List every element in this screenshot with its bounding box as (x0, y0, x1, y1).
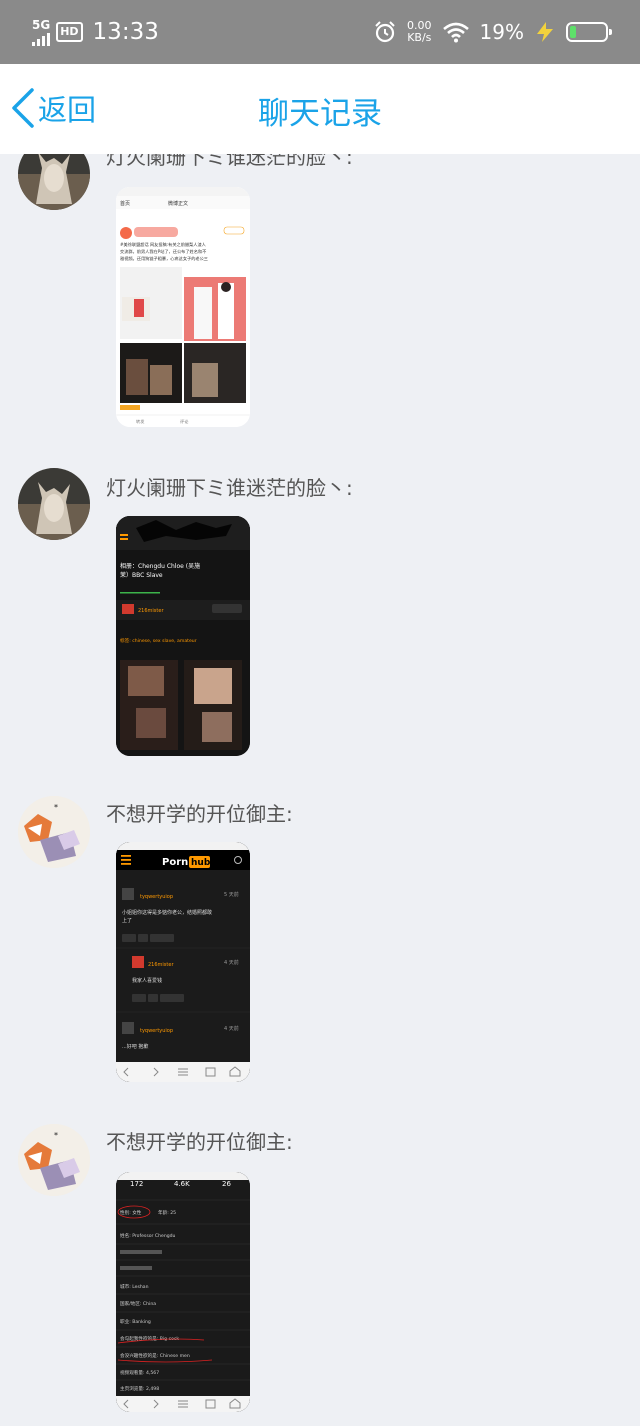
sender-name: 灯火阑珊下ミ谁迷茫的脸丶: (106, 476, 353, 500)
sender-name: 不想开学的开位御主: (106, 1130, 293, 1154)
chat-history[interactable]: 灯火阑珊下ミ谁迷茫的脸丶: 首页 微博正文 #美徐联盟超话 网友投稿:有关之前腊… (0, 154, 640, 1426)
image-message[interactable]: Porn hub tyqwertyuiop 5 天前 小姐姐你这得是多惦你老公，… (116, 842, 250, 1082)
profile-stat: 172 (130, 1180, 143, 1188)
svg-text:*: * (54, 1131, 58, 1140)
image-message[interactable]: 首页 微博正文 #美徐联盟超话 网友投稿:有关之前腊梨人渣人 交流群。前男人我在… (116, 187, 250, 427)
profile-page-views: 主页浏览量: 2,498 (120, 1385, 159, 1392)
comment-time: 4 天前 (224, 1025, 239, 1032)
network-speed: 0.00 KB/s (407, 20, 432, 44)
album-title-2: 茉）BBC Slave (120, 571, 163, 579)
post-line-1: #美徐联盟超话 网友投稿:有关之前腊梨人渣人 (120, 241, 207, 248)
comment-user: tyqwertyuiop (140, 894, 173, 900)
profile-stat: 4.6K (174, 1180, 190, 1188)
comment-text: ...好吧 抱歉 (122, 1043, 148, 1050)
profile-name: 姓名: Professor Chengdu (120, 1232, 176, 1239)
profile-age: 年龄: 25 (158, 1209, 176, 1216)
weibo-back: 首页 (120, 200, 130, 207)
post-line-3: 雅视频。还用狗链子粗暴，心疼这女子的老公三 (120, 255, 208, 262)
image-message[interactable]: 相册：Chengdu Chloe (吴施 茉）BBC Slave 216mist… (116, 516, 250, 756)
profile-gender: 性别: 女性 (120, 1209, 142, 1216)
battery-icon (566, 22, 612, 42)
profile-turn-off: 会没兴趣性欲的是: Chinese men (120, 1352, 190, 1359)
profile-turn-on: 会勾起我性欲的是: Big cock (120, 1335, 179, 1342)
profile-city: 城市: Leshan (120, 1283, 149, 1290)
comment-text: 我家人喜爱钱 (132, 977, 162, 984)
signal-bars-icon (32, 32, 50, 46)
weibo-comment: 评论 (180, 418, 189, 425)
network-type: 5G (32, 17, 51, 32)
signal-indicator: 5G (32, 19, 50, 46)
sender-name: 灯火阑珊下ミ谁迷茫的脸丶: (106, 154, 353, 169)
comment-time: 4 天前 (224, 959, 239, 966)
comment-text: 小姐姐你这得是多惦你老公，结婚照都敢 (122, 909, 212, 916)
site-logo-hub: hub (191, 858, 211, 868)
album-user: 216mister (138, 608, 164, 614)
avatar[interactable]: * (18, 1124, 90, 1196)
svg-text:*: * (54, 803, 58, 812)
image-message[interactable]: 172 4.6K 26 性别: 女性 年龄: 25 姓名: Professor … (116, 1172, 250, 1412)
profile-stat: 26 (222, 1180, 231, 1188)
comment-user: tyqwertyuiop (140, 1028, 173, 1034)
speed-unit: KB/s (407, 31, 432, 44)
title-bar: 返回 聊天记录 (0, 64, 640, 154)
site-logo-porn: Porn (162, 857, 188, 868)
status-bar: 5G HD 13:33 0.00 KB/s 19% (0, 0, 640, 64)
comment-time: 5 天前 (224, 891, 239, 898)
sender-name: 不想开学的开位御主: (106, 802, 293, 826)
album-tags: 标签: chinese, sex slave, amateur (120, 637, 197, 644)
weibo-title: 微博正文 (168, 200, 188, 207)
weibo-forward: 转发 (136, 418, 145, 425)
comment-text: 上了 (122, 917, 132, 924)
profile-views: 视频观看量: 4,567 (120, 1369, 159, 1376)
avatar[interactable] (18, 154, 90, 210)
clock: 13:33 (92, 19, 159, 45)
battery-percent: 19% (479, 20, 524, 44)
comment-user: 216mister (148, 962, 174, 968)
charging-icon (537, 22, 553, 42)
post-line-2: 交流群。前男人我在P站了，还公布了姓名和不 (120, 248, 206, 255)
profile-job: 职业: Banking (120, 1318, 151, 1325)
profile-country: 国家/地区: China (120, 1300, 156, 1307)
page-title: 聊天记录 (258, 96, 382, 132)
avatar[interactable]: * (18, 796, 90, 868)
avatar[interactable] (18, 468, 90, 540)
hd-badge: HD (56, 22, 83, 42)
alarm-icon (375, 21, 395, 43)
wifi-icon (442, 22, 469, 43)
album-title: 相册：Chengdu Chloe (吴施 (120, 562, 200, 570)
